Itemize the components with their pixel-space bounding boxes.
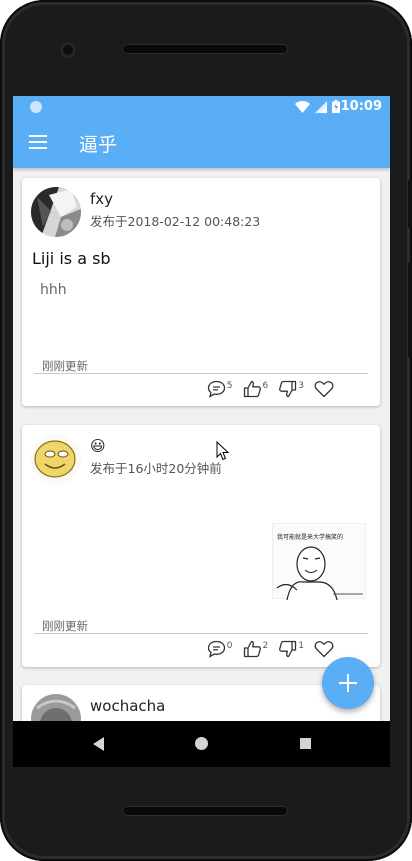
post-feed[interactable]: fxy 发布于2018-02-12 00:48:23 Liji is a sb … <box>13 168 390 721</box>
back-icon[interactable] <box>93 737 105 751</box>
comment-count: 5 <box>226 381 233 391</box>
meme-image[interactable]: 我可能就是来大学搞笑的 <box>272 523 366 600</box>
phone-frame: 10:09 逼乎 fxy 发布于2018-02-12 00:48:23 Liji… <box>0 0 412 861</box>
post-author[interactable]: fxy <box>90 190 113 208</box>
comment-button[interactable]: 5 <box>207 380 233 398</box>
power-button <box>408 262 412 358</box>
like-count: 6 <box>262 381 269 391</box>
post-actions: 0 2 1 <box>197 640 334 658</box>
mouse-cursor-icon <box>216 441 230 461</box>
volume-button <box>408 180 412 228</box>
app-bar: 逼乎 <box>13 118 390 168</box>
status-bar: 10:09 <box>13 96 390 118</box>
thumbs-up-icon <box>243 380 261 398</box>
like-button[interactable]: 2 <box>243 640 269 658</box>
post-body: hhh <box>40 282 67 298</box>
heart-icon <box>314 641 334 658</box>
status-time: 10:09 <box>340 99 382 114</box>
post-card[interactable]: fxy 发布于2018-02-12 00:48:23 Liji is a sb … <box>22 178 380 406</box>
divider <box>34 633 368 634</box>
comment-icon <box>207 380 225 398</box>
menu-icon[interactable] <box>29 135 47 149</box>
status-icons <box>295 100 340 113</box>
like-count: 2 <box>262 641 269 651</box>
system-nav-bar <box>13 721 390 767</box>
avatar[interactable] <box>31 434 81 484</box>
add-post-button[interactable] <box>322 657 374 709</box>
battery-icon <box>332 100 340 113</box>
thumbs-down-icon <box>279 640 297 658</box>
meme-caption: 我可能就是来大学搞笑的 <box>277 534 344 541</box>
updated-label: 刚刚更新 <box>42 619 88 633</box>
post-author[interactable]: 😃 <box>90 437 106 455</box>
post-actions: 5 6 3 <box>197 380 334 398</box>
plus-icon <box>339 674 357 692</box>
notification-icon <box>30 101 42 113</box>
divider <box>34 373 368 374</box>
post-title[interactable]: Liji is a sb <box>32 249 111 268</box>
dislike-button[interactable]: 3 <box>278 380 304 398</box>
post-card[interactable]: 😃 发布于16小时20分钟前 我可能就是来大学搞笑的 刚刚更新 0 2 1 <box>22 425 380 667</box>
post-time: 发布于16小时20分钟前 <box>90 461 222 476</box>
app-title: 逼乎 <box>79 134 118 156</box>
bottom-speaker <box>122 806 288 816</box>
avatar[interactable] <box>31 187 81 237</box>
like-button[interactable]: 6 <box>243 380 269 398</box>
avatar[interactable] <box>31 694 81 721</box>
updated-label: 刚刚更新 <box>42 359 88 373</box>
signal-icon <box>315 100 327 113</box>
recents-icon[interactable] <box>300 738 311 749</box>
thumbs-up-icon <box>243 640 261 658</box>
home-icon[interactable] <box>195 737 208 750</box>
thumbs-down-icon <box>279 380 297 398</box>
wifi-icon <box>295 100 310 113</box>
comment-count: 0 <box>226 641 233 651</box>
post-time: 发布于2018-02-12 00:48:23 <box>90 214 261 229</box>
comment-icon <box>207 640 225 658</box>
dislike-count: 3 <box>298 381 304 391</box>
earpiece-speaker <box>122 44 288 54</box>
front-camera <box>60 42 76 58</box>
dislike-button[interactable]: 1 <box>278 640 304 658</box>
dislike-count: 1 <box>298 641 304 651</box>
favorite-button[interactable] <box>314 380 334 398</box>
favorite-button[interactable] <box>314 640 334 658</box>
heart-icon <box>314 381 334 398</box>
screen: 10:09 逼乎 fxy 发布于2018-02-12 00:48:23 Liji… <box>13 96 390 721</box>
post-author[interactable]: wochacha <box>90 697 165 715</box>
comment-button[interactable]: 0 <box>207 640 233 658</box>
